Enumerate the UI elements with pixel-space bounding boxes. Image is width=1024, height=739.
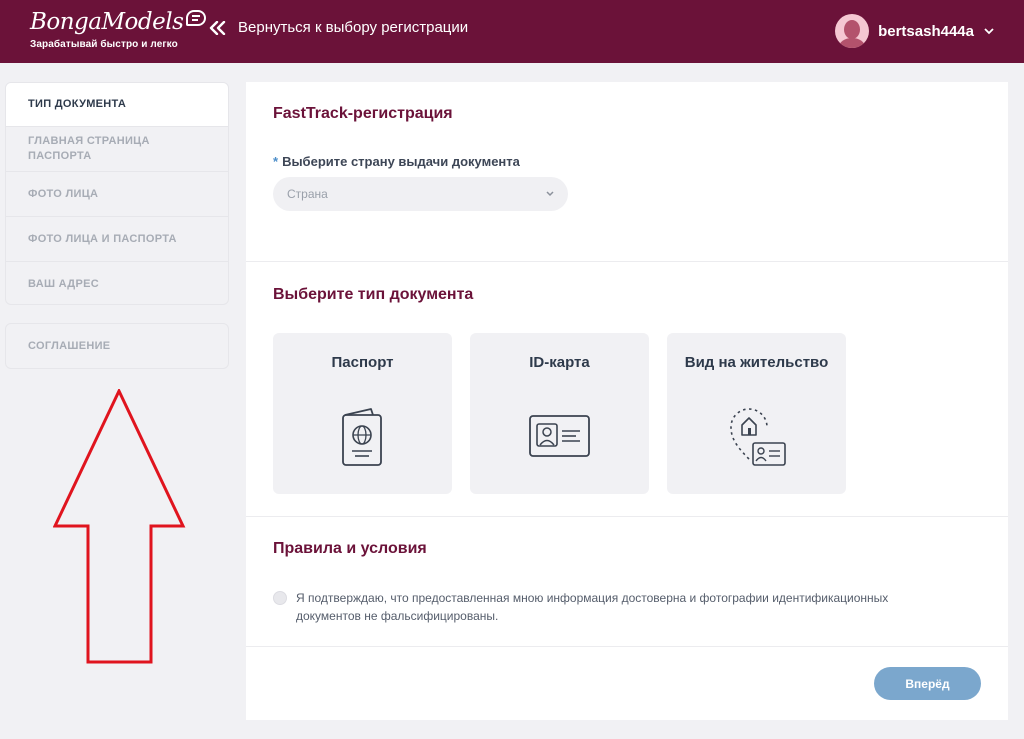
doc-card-label: Вид на жительство [684,354,829,371]
document-type-title: Выберите тип документа [273,286,474,303]
logo-text: BongaModels [30,9,184,35]
terms-confirm-text: Я подтверждаю, что предоставленная мною … [296,591,889,623]
step-your-address[interactable]: ВАШ АДРЕС [6,262,228,304]
step-passport-main-page[interactable]: ГЛАВНАЯ СТРАНИЦА ПАСПОРТА [6,127,228,172]
country-select[interactable]: Страна [273,177,568,211]
required-mark: * [273,154,279,169]
chevron-down-icon [984,27,994,34]
agreement-step-card: СОГЛАШЕНИЕ [5,323,229,369]
step-face-and-passport-photo[interactable]: ФОТО ЛИЦА И ПАСПОРТА [6,217,228,262]
terms-confirm-radio[interactable] [273,591,287,605]
country-label: * Выберите страну выдачи документа [273,154,520,169]
step-agreement[interactable]: СОГЛАШЕНИЕ [6,324,228,368]
passport-icon [342,408,382,466]
back-to-registration-link[interactable]: Вернуться к выбору регистрации [209,19,468,36]
country-select-value: Страна [287,187,328,201]
fasttrack-title: FastTrack-регистрация [273,105,453,122]
step-face-photo[interactable]: ФОТО ЛИЦА [6,172,228,217]
residence-permit-icon [730,408,786,466]
next-button[interactable]: Вперёд [874,667,981,700]
terms-title: Правила и условия [273,540,427,557]
step-document-type[interactable]: ТИП ДОКУМЕНТА [6,83,228,127]
double-chevron-left-icon [209,20,226,35]
avatar [835,14,870,48]
registration-form: FastTrack-регистрация * Выберите страну в… [246,82,1008,720]
doc-card-label: Паспорт [331,354,394,371]
logo[interactable]: BongaModels Зарабатывай быстро и легко [30,9,207,50]
fasttrack-section: FastTrack-регистрация * Выберите страну в… [246,82,1008,262]
doc-card-passport[interactable]: Паспорт [273,333,452,494]
annotation-arrow-up-icon [53,389,186,664]
user-menu[interactable]: bertsash444a [835,14,994,48]
username: bertsash444a [878,22,974,40]
doc-card-residence-permit[interactable]: Вид на жительство [667,333,846,494]
top-bar: BongaModels Зарабатывай быстро и легко В… [0,0,1024,63]
doc-card-id-card[interactable]: ID-карта [470,333,649,494]
terms-section: Правила и условия Я подтверждаю, что пре… [246,517,1008,647]
back-link-label: Вернуться к выбору регистрации [238,19,469,36]
id-card-icon [529,415,590,457]
logo-tagline: Зарабатывай быстро и легко [30,39,178,50]
registration-steps: ТИП ДОКУМЕНТА ГЛАВНАЯ СТРАНИЦА ПАСПОРТА … [5,82,229,305]
chat-bubble-icon [186,10,207,26]
doc-card-label: ID-карта [529,354,590,371]
document-type-section: Выберите тип документа Паспорт ID-карта [246,262,1008,517]
chevron-down-icon [546,191,554,197]
